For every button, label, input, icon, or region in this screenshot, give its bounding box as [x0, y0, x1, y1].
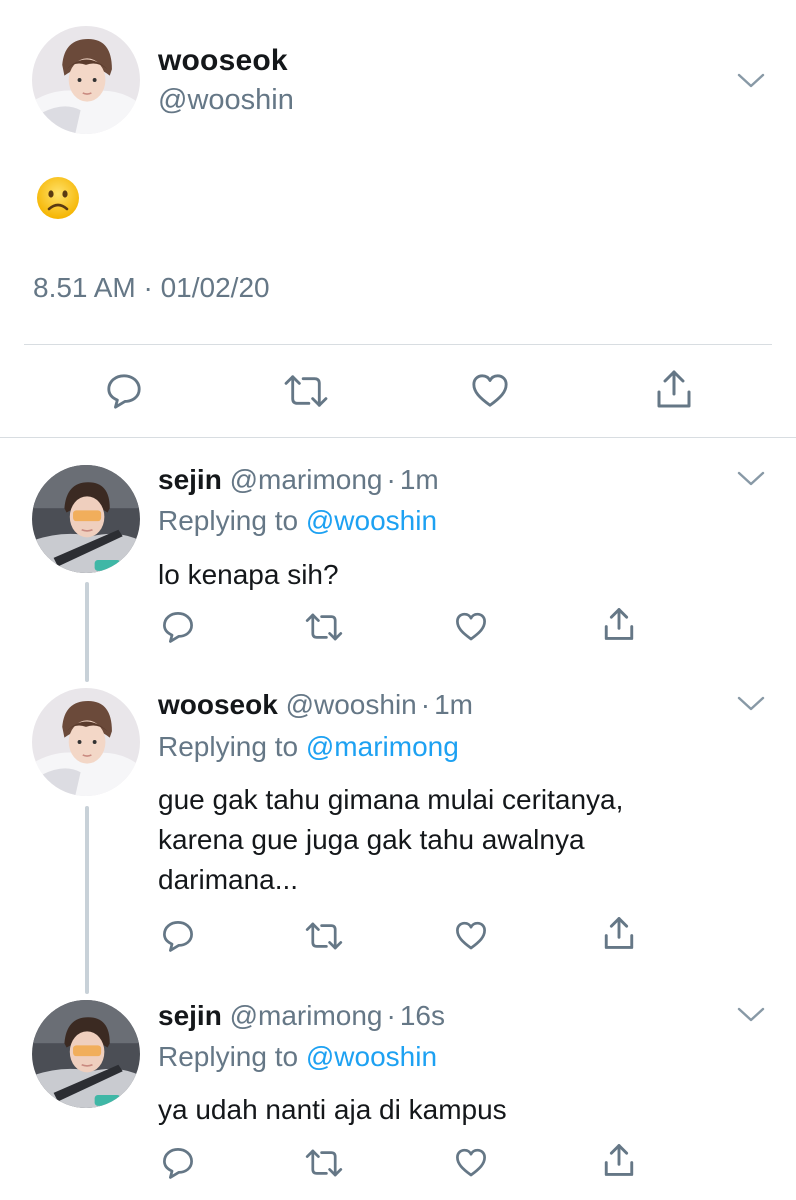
divider: [0, 437, 796, 438]
share-icon[interactable]: [602, 606, 636, 642]
reply-separator: ·: [386, 1000, 396, 1031]
thread-line: [85, 582, 89, 682]
reply-time[interactable]: 1m: [434, 689, 473, 720]
replying-to-label: Replying to: [158, 1041, 299, 1072]
reply-time[interactable]: 1m: [400, 464, 439, 495]
divider: [24, 344, 772, 345]
retweet-icon[interactable]: [303, 611, 345, 643]
reply-handle[interactable]: @marimong: [230, 464, 383, 495]
like-icon[interactable]: [453, 611, 489, 643]
main-handle[interactable]: @wooshin: [158, 84, 294, 117]
reply-icon[interactable]: [161, 919, 195, 953]
chevron-down-icon[interactable]: [736, 468, 766, 488]
avatar-sejin[interactable]: [32, 1000, 140, 1108]
reply-header[interactable]: sejin @marimong · 1m: [158, 464, 439, 496]
mention-link[interactable]: @marimong: [306, 731, 459, 762]
chevron-down-icon[interactable]: [736, 70, 766, 90]
reply-display-name[interactable]: sejin: [158, 1000, 222, 1031]
thread-line: [85, 806, 89, 994]
chevron-down-icon[interactable]: [736, 693, 766, 713]
main-display-name[interactable]: wooseok: [158, 44, 288, 78]
avatar-sejin[interactable]: [32, 465, 140, 573]
retweet-icon[interactable]: [281, 372, 331, 410]
replying-to-label: Replying to: [158, 731, 299, 762]
reply-text: ya udah nanti aja di kampus: [158, 1094, 507, 1125]
replying-to: Replying to @marimong: [158, 731, 459, 763]
like-icon[interactable]: [453, 1147, 489, 1179]
reply-icon[interactable]: [161, 1146, 195, 1180]
avatar-wooseok[interactable]: [32, 26, 140, 134]
share-icon[interactable]: [654, 368, 694, 410]
replying-to: Replying to @wooshin: [158, 505, 437, 537]
frowning-face-emoji: [36, 176, 80, 220]
reply-separator: ·: [386, 464, 396, 495]
reply-header[interactable]: wooseok @wooshin · 1m: [158, 689, 473, 721]
share-icon[interactable]: [602, 1142, 636, 1178]
mention-link[interactable]: @wooshin: [306, 1041, 437, 1072]
chevron-down-icon[interactable]: [736, 1004, 766, 1024]
retweet-icon[interactable]: [303, 920, 345, 952]
avatar-wooseok[interactable]: [32, 688, 140, 796]
reply-handle[interactable]: @marimong: [230, 1000, 383, 1031]
reply-time[interactable]: 16s: [400, 1000, 445, 1031]
reply-header[interactable]: sejin @marimong · 16s: [158, 1000, 445, 1032]
replying-to-label: Replying to: [158, 505, 299, 536]
reply-text: gue gak tahu gimana mulai ceritanya, kar…: [158, 784, 624, 895]
mention-link[interactable]: @wooshin: [306, 505, 437, 536]
reply-separator: ·: [420, 689, 431, 720]
like-icon[interactable]: [469, 372, 511, 410]
reply-display-name[interactable]: wooseok: [158, 689, 278, 720]
reply-display-name[interactable]: sejin: [158, 464, 222, 495]
main-timestamp[interactable]: 8.51 AM · 01/02/20: [33, 272, 270, 304]
replying-to: Replying to @wooshin: [158, 1041, 437, 1073]
reply-icon[interactable]: [105, 372, 143, 410]
reply-handle[interactable]: @wooshin: [286, 689, 417, 720]
reply-icon[interactable]: [161, 610, 195, 644]
reply-text: lo kenapa sih?: [158, 559, 339, 590]
like-icon[interactable]: [453, 920, 489, 952]
retweet-icon[interactable]: [303, 1147, 345, 1179]
share-icon[interactable]: [602, 915, 636, 951]
